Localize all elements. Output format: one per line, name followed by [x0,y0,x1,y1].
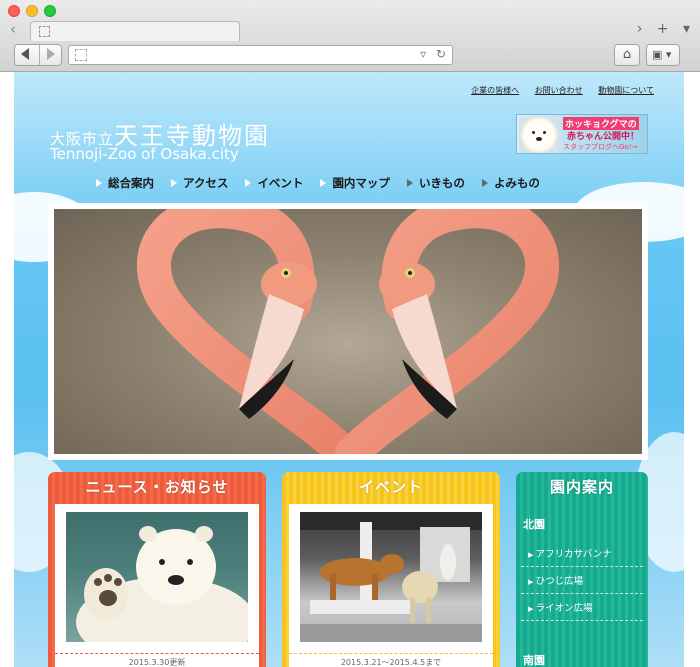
favicon-placeholder-icon [39,26,50,37]
polar-bear-banner[interactable]: ホッキョクグマの 赤ちゃん公開中！ スタッフブログへGo!→ [516,114,648,154]
share-button[interactable]: ▣ ▾ [646,44,680,66]
play-triangle-icon [320,179,327,187]
bear-eye [532,131,535,134]
play-triangle-icon [406,179,413,187]
flamingo-heart-photo[interactable] [54,209,642,454]
event-caption: 2015.3.21〜2015.4.5まで [289,653,493,667]
tab-controls: › + ▾ [627,20,690,38]
browser-tab[interactable] [30,21,240,41]
play-triangle-icon [171,179,177,187]
home-icon: ⌂ [622,47,632,62]
tab-menu-caret-icon[interactable]: ▾ [683,21,690,37]
play-triangle-icon [96,179,102,187]
exhibition-photo[interactable] [300,512,482,642]
guide-item-sheep-plaza[interactable]: ひつじ広場 [521,567,643,594]
tab-strip: ‹ › + ▾ [0,20,700,41]
nav-label: 総合案内 [108,176,154,190]
guide-panel: 園内案内 北園 アフリカサバンナ ひつじ広場 ライオン広場 南園 [516,472,648,667]
home-button[interactable]: ⌂ [614,44,640,66]
nav-access[interactable]: アクセス [171,174,228,192]
nav-label: イベント [257,176,304,190]
hero-frame [48,203,648,460]
nav-label: アクセス [183,176,229,190]
chevron-left-icon[interactable]: ‹ [10,20,16,38]
reader-dropdown-icon[interactable]: ▿ [420,47,426,61]
event-panel: イベント 2015.3.21〜2015.4.5まで [282,472,500,667]
share-icon: ▣ ▾ [652,48,672,61]
nav-map[interactable]: 園内マップ [320,174,390,192]
browser-chrome: ‹ › + ▾ ▿ ↻ ⌂ ▣ ▾ [0,0,700,72]
guide-panel-title[interactable]: 園内案内 [516,476,648,497]
nav-animals[interactable]: いきもの [406,174,465,192]
nav-events[interactable]: イベント [245,174,303,192]
news-caption: 2015.3.30更新 [55,653,259,667]
page-favicon-icon [75,49,87,61]
forward-arrow-icon[interactable] [47,48,55,60]
link-contact[interactable]: お問い合わせ [535,86,583,95]
global-nav: 総合案内 アクセス イベント 園内マップ いきもの よみもの [96,174,557,192]
banner-line2: 赤ちゃん公開中！ [567,132,640,142]
address-bar[interactable]: ▿ ↻ [68,45,453,65]
browser-toolbar: ▿ ↻ ⌂ ▣ ▾ [0,42,700,70]
close-window-button[interactable] [8,5,20,17]
zoom-window-button[interactable] [44,5,56,17]
nav-reading[interactable]: よみもの [481,174,540,192]
news-panel-title[interactable]: ニュース・お知らせ [48,476,266,497]
back-arrow-icon[interactable] [21,48,29,60]
taxidermy-exhibit-illustration [300,512,482,642]
event-panel-body: 2015.3.21〜2015.4.5まで [289,504,493,667]
back-forward-buttons [14,44,62,66]
address-bar-icons: ▿ ↻ [414,47,446,61]
guide-area-north: 北園 [523,518,545,531]
utility-links: 企業の皆様へ お問い合わせ 動物園について [458,85,654,96]
nav-label: よみもの [493,176,540,190]
event-panel-title[interactable]: イベント [282,476,500,497]
link-corporate[interactable]: 企業の皆様へ [471,86,519,95]
link-about-zoo[interactable]: 動物園について [598,86,654,95]
reload-icon[interactable]: ↻ [436,47,446,61]
nav-label: いきもの [418,176,465,190]
chevron-right-icon[interactable]: › [637,21,643,37]
nav-overview[interactable]: 総合案内 [96,174,154,192]
web-page: 企業の皆様へ お問い合わせ 動物園について 大阪市立天王寺動物園 Tennoji… [14,72,684,667]
news-panel: ニュース・お知らせ 2015.3.30更新 [48,472,266,667]
bear-eye [543,131,546,134]
divider [39,45,40,65]
play-triangle-icon [245,179,252,187]
bear-nose [536,137,542,141]
news-panel-body: 2015.3.30更新 [55,504,259,667]
guide-list: 北園 アフリカサバンナ ひつじ広場 ライオン広場 [516,516,648,621]
banner-line3: スタッフブログへGo!→ [563,143,638,151]
guide-item-lion-plaza[interactable]: ライオン広場 [521,594,643,621]
flamingo-illustration [136,209,560,454]
new-tab-plus-icon[interactable]: + [657,21,669,37]
nav-label: 園内マップ [332,176,390,190]
minimize-window-button[interactable] [26,5,38,17]
polar-bear-photo[interactable] [66,512,248,642]
guide-area-south: 南園 [523,654,545,667]
guide-item-africa-savanna[interactable]: アフリカサバンナ [521,540,643,567]
play-triangle-icon [481,179,488,187]
polar-bear-illustration [76,526,248,642]
polar-bear-cub-image [519,117,559,153]
logo-english: Tennoji-Zoo of Osaka.city [50,145,239,163]
